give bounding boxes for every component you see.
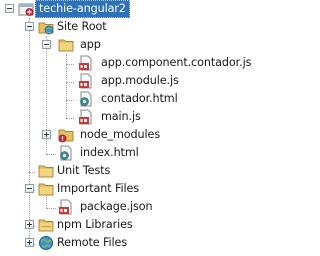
html-file-icon [58, 145, 74, 161]
tree-item-file[interactable]: app.component.contador.js [0, 54, 251, 72]
site-root-label: Site Root [57, 20, 107, 33]
tree-item-file[interactable]: package.json [0, 198, 242, 216]
file-label: index.html [80, 146, 139, 159]
tree-item-app-folder[interactable]: app [0, 36, 242, 54]
javascript-file-icon [78, 109, 94, 125]
tree-item-file[interactable]: index.html [0, 144, 242, 162]
important-files-label: Important Files [57, 182, 140, 195]
folder-icon [38, 163, 54, 179]
tree-item-unit-tests[interactable]: Unit Tests [0, 162, 242, 180]
tree-item-site-root[interactable]: Site Root [0, 18, 242, 36]
folder-icon [58, 37, 74, 53]
project-icon [18, 1, 34, 17]
collapse-toggle[interactable] [42, 40, 51, 49]
project-tree: techie-angular2 Site Root app app.compon… [0, 0, 251, 256]
file-label: app.module.js [101, 74, 179, 87]
remote-files-label: Remote Files [57, 236, 128, 249]
npm-libraries-label: npm Libraries [57, 218, 133, 231]
expand-toggle[interactable] [25, 238, 34, 247]
tree-item-node-modules[interactable]: node_modules [0, 126, 242, 144]
folder-icon [38, 181, 54, 197]
javascript-file-icon [78, 73, 94, 89]
file-label: contador.html [101, 92, 178, 105]
json-file-icon [58, 199, 74, 215]
app-folder-label: app [80, 38, 101, 51]
tree-item-project[interactable]: techie-angular2 [0, 0, 242, 18]
node-modules-label: node_modules [80, 128, 161, 141]
tree-item-file[interactable]: main.js [0, 108, 242, 126]
tree-item-file[interactable]: contador.html [0, 90, 242, 108]
collapse-toggle[interactable] [25, 184, 34, 193]
collapse-toggle[interactable] [25, 22, 34, 31]
javascript-file-icon [78, 55, 94, 71]
expand-toggle[interactable] [42, 130, 51, 139]
globe-folder-icon [38, 19, 54, 35]
npm-folder-icon [38, 217, 54, 233]
tree-item-remote-files[interactable]: Remote Files [0, 234, 242, 252]
tree-item-file[interactable]: app.module.js [0, 72, 242, 90]
collapse-toggle[interactable] [5, 4, 14, 13]
html-file-icon [78, 91, 94, 107]
unit-tests-label: Unit Tests [57, 164, 111, 177]
tree-item-important-files[interactable]: Important Files [0, 180, 242, 198]
error-folder-icon [58, 127, 74, 143]
tree-item-npm-libraries[interactable]: npm Libraries [0, 216, 242, 234]
globe-icon [38, 235, 54, 251]
file-label: app.component.contador.js [101, 56, 252, 69]
file-label: package.json [80, 200, 153, 213]
project-label[interactable]: techie-angular2 [35, 0, 130, 18]
file-label: main.js [101, 110, 141, 123]
expand-toggle[interactable] [25, 220, 34, 229]
